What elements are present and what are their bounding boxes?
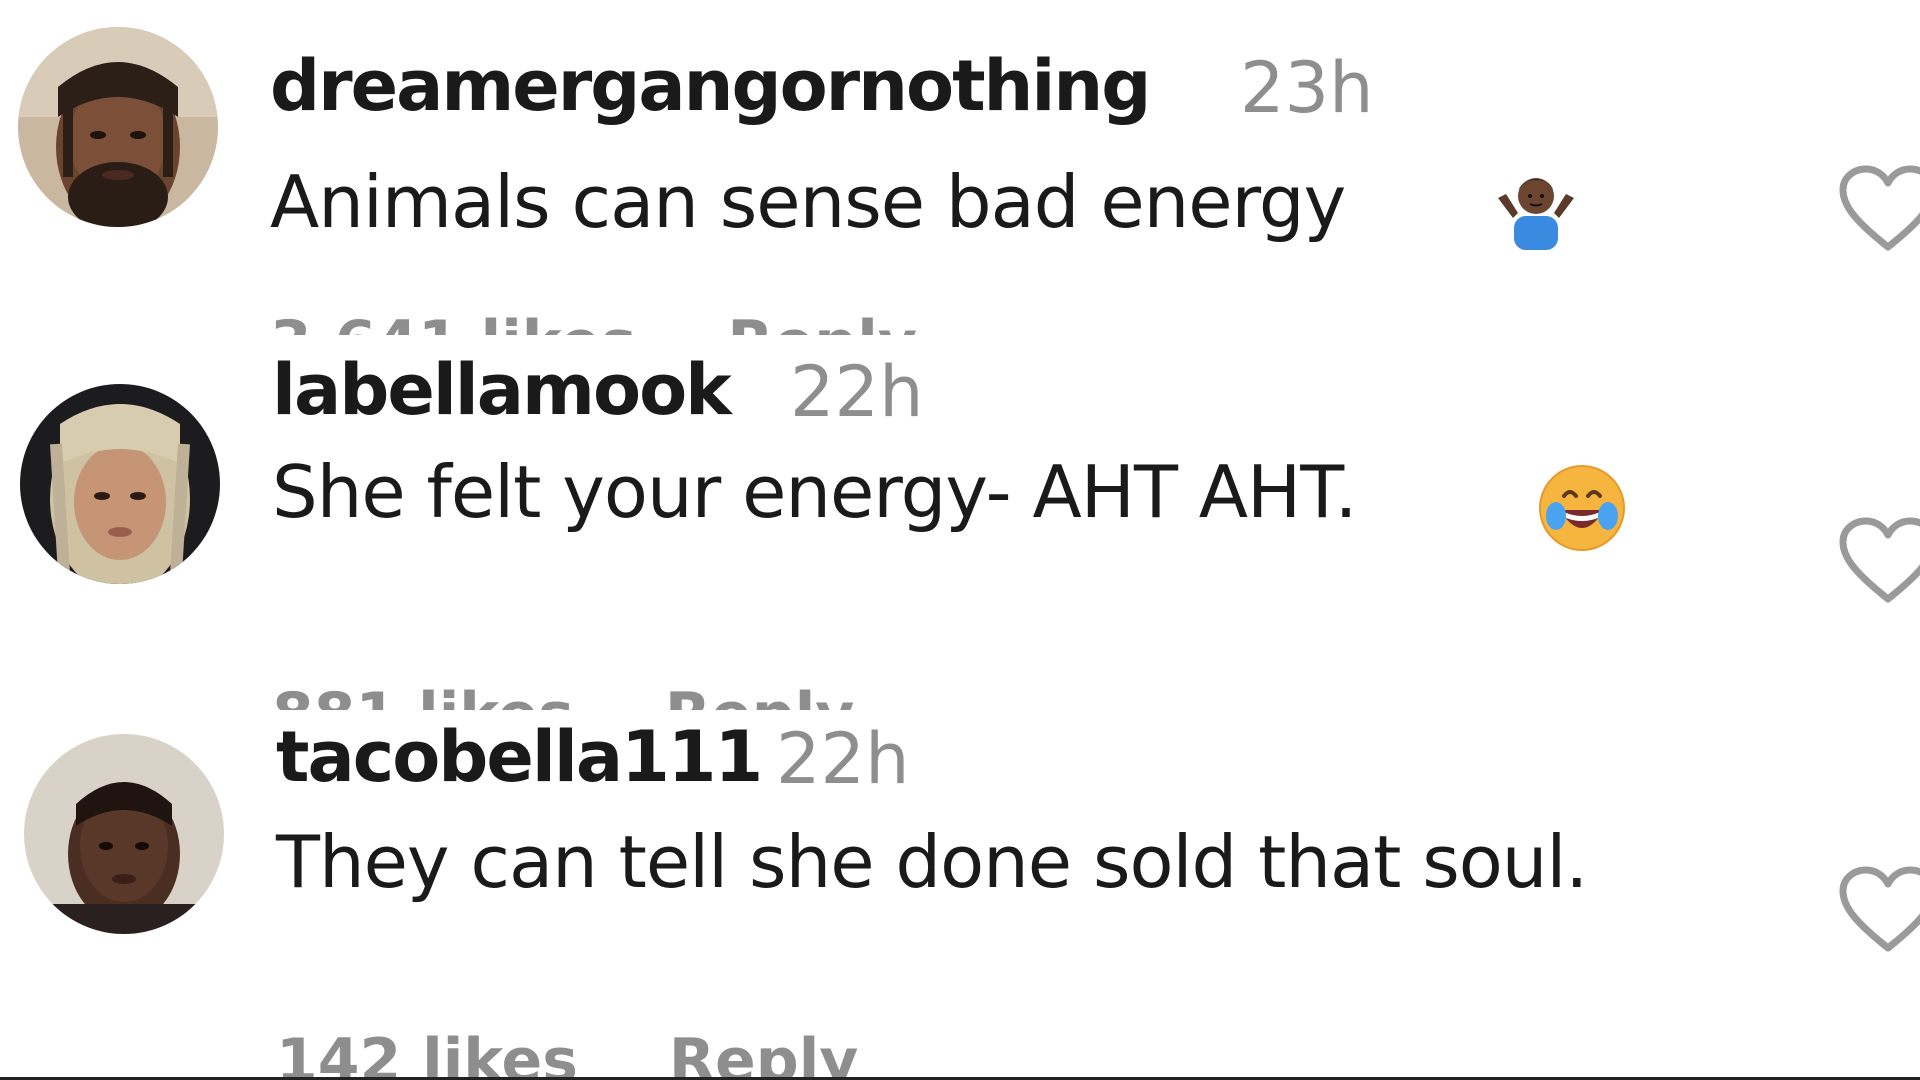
comment-list: dreamergangornothing 23h Animals can sen… xyxy=(0,0,1920,1080)
reply-button[interactable]: Reply xyxy=(727,308,917,335)
comment-timestamp[interactable]: 23h xyxy=(1240,47,1373,129)
comment-timestamp[interactable]: 22h xyxy=(776,718,909,800)
comment-item: labellamook 22h She felt your energy- AH… xyxy=(0,352,1920,710)
comment-text: Animals can sense bad energy xyxy=(270,160,1346,244)
comment-meta: 881 likes Reply xyxy=(272,680,924,710)
comment-meta: 142 likes Reply xyxy=(276,1026,928,1080)
comment-item: tacobella111 22h They can tell she done … xyxy=(0,718,1920,1080)
heart-outline-icon[interactable] xyxy=(1838,165,1920,255)
heart-outline-icon[interactable] xyxy=(1838,866,1920,956)
avatar[interactable] xyxy=(18,27,218,227)
avatar[interactable] xyxy=(20,384,220,584)
comment-timestamp[interactable]: 22h xyxy=(790,352,923,433)
comment-meta: 3,641 likes Reply xyxy=(270,308,987,335)
likes-count[interactable]: 142 likes xyxy=(276,1026,578,1080)
heart-outline-icon[interactable] xyxy=(1838,517,1920,607)
comment-text: They can tell she done sold that soul. xyxy=(276,820,1588,904)
comment-text: She felt your energy- AHT AHT. xyxy=(272,450,1358,534)
likes-count[interactable]: 881 likes xyxy=(272,680,574,710)
person-shrugging-emoji xyxy=(1488,158,1584,254)
comment-username[interactable]: labellamook xyxy=(272,352,732,431)
comment-username[interactable]: dreamergangornothing xyxy=(270,45,1151,127)
avatar[interactable] xyxy=(24,734,224,934)
comment-username[interactable]: tacobella111 xyxy=(276,718,763,798)
face-with-tears-of-joy-emoji xyxy=(1534,460,1630,556)
comment-item: dreamergangornothing 23h Animals can sen… xyxy=(0,0,1920,335)
reply-button[interactable]: Reply xyxy=(665,680,855,710)
likes-count[interactable]: 3,641 likes xyxy=(270,308,637,335)
reply-button[interactable]: Reply xyxy=(669,1026,859,1080)
